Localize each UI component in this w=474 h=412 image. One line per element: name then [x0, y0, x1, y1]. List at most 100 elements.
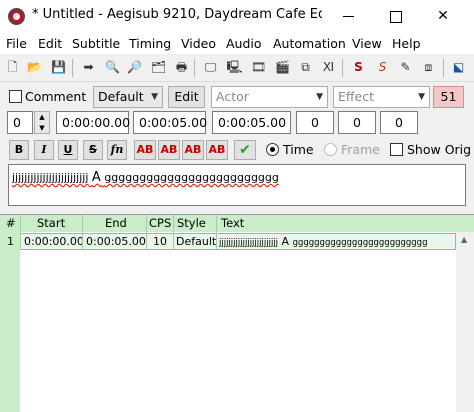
find-replace-icon[interactable]: 🔎 — [126, 59, 143, 76]
frame-radio[interactable] — [324, 143, 337, 156]
bold-button[interactable]: B — [9, 140, 29, 160]
primary-color-button[interactable]: AB — [134, 140, 156, 160]
actor-field[interactable]: Actor ▼ — [211, 86, 328, 108]
subtitle-text-editor[interactable]: jjjjjjjjjjjjjjjjjjjjjjjjj A gggggggggggg… — [8, 164, 466, 206]
save-icon[interactable]: 💾 — [50, 59, 67, 76]
window-title: * Untitled - Aegisub 9210, Daydream Cafe… — [32, 7, 322, 22]
font-button[interactable]: fn — [107, 140, 127, 160]
start-time-input[interactable]: 0:00:00.00 — [56, 111, 130, 134]
header-text: Text — [221, 216, 245, 230]
shadow-color-button[interactable]: AB — [206, 140, 228, 160]
toolbar-separator — [342, 59, 343, 77]
toolbar-separator — [443, 59, 444, 77]
table-row[interactable]: 1 0:00:00.00 0:00:05.00 10 Default jjjjj… — [0, 233, 456, 250]
underline-button[interactable]: U — [58, 140, 78, 160]
text-segment-g: ggggggggggggggggggggggggg — [104, 171, 279, 184]
video-details-icon[interactable]: 🎞 — [250, 59, 267, 76]
film-strip-icon[interactable]: 🎬 — [274, 59, 291, 76]
cell-text-a: A — [281, 235, 290, 248]
menu-edit[interactable]: Edit — [38, 36, 62, 51]
commit-checkmark-icon[interactable]: ✔ — [234, 140, 256, 160]
find-icon[interactable]: 🔍 — [104, 59, 121, 76]
maximize-button[interactable] — [372, 0, 418, 32]
style-dropdown[interactable]: Default ▼ — [93, 86, 163, 108]
margin-vertical-input[interactable]: 0 — [380, 111, 418, 134]
chevron-down-icon: ▼ — [151, 92, 158, 102]
layer-spinner[interactable]: ▲ ▼ — [34, 111, 50, 134]
margin-right-input[interactable]: 0 — [338, 111, 376, 134]
properties-icon[interactable]: 🖳 — [226, 59, 243, 76]
menu-video[interactable]: Video — [181, 36, 216, 51]
text-segment-j: jjjjjjjjjjjjjjjjjjjjjjjjj — [12, 171, 89, 184]
column-divider — [173, 215, 174, 250]
menu-audio[interactable]: Audio — [226, 36, 262, 51]
time-radio[interactable] — [266, 143, 279, 156]
kanji-timer-icon[interactable]: ✎ — [397, 59, 414, 76]
character-count: 51 — [433, 86, 464, 108]
open-folder-icon[interactable]: 📂 — [26, 59, 43, 76]
italic-button[interactable]: I — [34, 140, 54, 160]
timing-row: 0 ▲ ▼ 0:00:00.00 0:00:05.00 0:00:05.00 0… — [0, 110, 474, 136]
header-style: Style — [177, 216, 206, 230]
cell-text-g: ggggggggggggggggggggggggg — [292, 238, 428, 248]
timing-post-processor-icon[interactable]: ⧈ — [420, 59, 437, 76]
duration-input[interactable]: 0:00:05.00 — [212, 111, 291, 134]
fonts-collector-icon[interactable]: 🖶 — [173, 59, 190, 76]
styling-assistant-icon[interactable]: S — [374, 59, 391, 76]
menu-timing[interactable]: Timing — [129, 36, 171, 51]
translation-icon[interactable]: Ⅺ — [320, 59, 337, 76]
column-divider — [20, 215, 21, 250]
attachments-icon[interactable]: 🗂 — [150, 59, 167, 76]
close-button[interactable]: ✕ — [420, 0, 466, 32]
header-cps: CPS — [149, 216, 172, 230]
layer-input[interactable]: 0 — [7, 111, 33, 134]
resample-icon[interactable]: 🖵 — [202, 59, 219, 76]
cell-text: jjjjjjjjjjjjjjjjjjjjjjjjj A gggggggggggg… — [219, 235, 453, 248]
scroll-up-icon[interactable]: ▲ — [461, 235, 467, 244]
cell-start: 0:00:00.00 — [24, 235, 84, 248]
column-divider — [146, 215, 147, 250]
title-bar: * Untitled - Aegisub 9210, Daydream Cafe… — [0, 0, 474, 32]
aegisub-logo-icon — [8, 8, 25, 25]
menu-bar: File Edit Subtitle Timing Video Audio Au… — [0, 32, 474, 54]
minimize-button[interactable] — [326, 0, 372, 32]
menu-view[interactable]: View — [352, 36, 382, 51]
styles-manager-icon[interactable]: S — [350, 59, 367, 76]
menu-automation[interactable]: Automation — [273, 36, 346, 51]
margin-left-input[interactable]: 0 — [296, 111, 334, 134]
header-number: # — [6, 216, 16, 230]
cell-cps: 10 — [153, 235, 167, 248]
secondary-color-button[interactable]: AB — [158, 140, 180, 160]
cell-text-j: jjjjjjjjjjjjjjjjjjjjjjjjj — [219, 238, 279, 248]
menu-file[interactable]: File — [6, 36, 27, 51]
menu-subtitle[interactable]: Subtitle — [72, 36, 120, 51]
column-divider — [216, 215, 217, 250]
grid-scrollbar[interactable]: ▲ — [456, 232, 474, 412]
show-original-checkbox[interactable] — [390, 143, 403, 156]
jump-to-icon[interactable]: ➡ — [80, 59, 97, 76]
edit-style-button[interactable]: Edit — [168, 86, 205, 108]
toolbar-separator — [194, 59, 195, 77]
column-divider — [82, 215, 83, 250]
header-start: Start — [37, 216, 66, 230]
grid-row-gutter — [0, 232, 20, 412]
grid-header: # Start End CPS Style Text — [0, 215, 474, 232]
comment-label: Comment — [25, 89, 87, 104]
spin-up-icon[interactable]: ▲ — [35, 112, 49, 123]
formatting-row: B I U S fn AB AB AB AB ✔ Time Frame Show… — [0, 138, 474, 162]
cell-style: Default — [176, 235, 217, 248]
spin-down-icon[interactable]: ▼ — [35, 123, 49, 134]
actor-placeholder: Actor — [216, 89, 249, 104]
end-time-input[interactable]: 0:00:05.00 — [133, 111, 207, 134]
subtitle-text: jjjjjjjjjjjjjjjjjjjjjjjjj A gggggggggggg… — [12, 170, 279, 185]
outline-color-button[interactable]: AB — [182, 140, 204, 160]
chevron-down-icon: ▼ — [418, 92, 425, 102]
menu-help[interactable]: Help — [392, 36, 421, 51]
effect-field[interactable]: Effect ▼ — [333, 86, 430, 108]
cell-number: 1 — [7, 235, 14, 248]
strikeout-button[interactable]: S — [83, 140, 103, 160]
keyframes-icon[interactable]: ⧉ — [297, 59, 314, 76]
new-file-icon[interactable]: 🗋 — [4, 59, 21, 76]
automation-icon[interactable]: ⬕ — [450, 59, 467, 76]
comment-checkbox[interactable] — [9, 90, 22, 103]
